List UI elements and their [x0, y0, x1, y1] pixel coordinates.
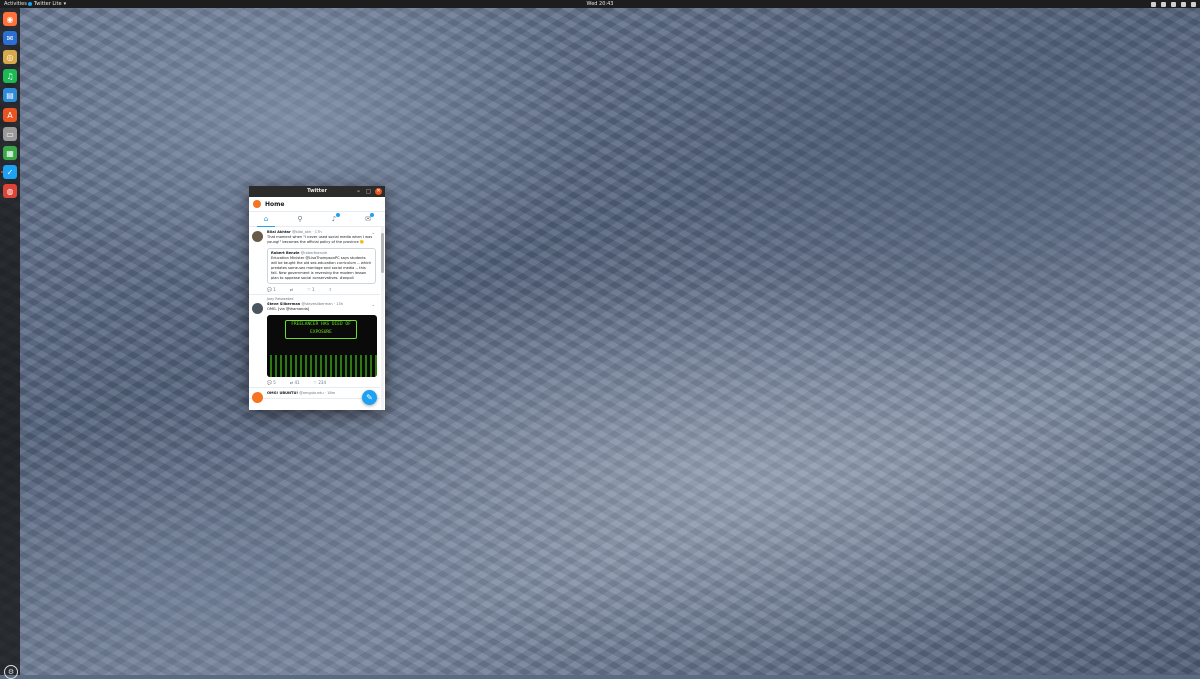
- volume-icon[interactable]: [1171, 1, 1176, 7]
- maximize-icon[interactable]: ▢: [365, 188, 372, 195]
- top-bar: Activities Twitter Lite ▾ Wed 20:43: [0, 0, 1200, 8]
- rhythmbox-icon[interactable]: ◎: [3, 50, 17, 64]
- message-badge: [370, 213, 374, 217]
- quoted-tweet[interactable]: Robert Benzie @robertbenzie Education Mi…: [267, 248, 376, 284]
- page-title: Home: [265, 200, 285, 208]
- app-header: Home: [249, 197, 385, 212]
- timeline[interactable]: ⌄ Bilal Akhtar @bilal_akh · 17h That mom…: [249, 227, 380, 410]
- tweet-author[interactable]: OMG! UBUNTU!: [267, 391, 298, 395]
- search-icon[interactable]: ⚲: [294, 213, 306, 225]
- thunderbird-icon[interactable]: ✉: [3, 31, 17, 45]
- tweet-handle: @stevesilberman: [301, 302, 333, 306]
- retweet-icon[interactable]: ⇄ 41: [290, 380, 300, 385]
- scrollbar[interactable]: [381, 227, 384, 410]
- tweet-actions: 💬 1 ⇄ ♡ 1 ⇪: [267, 287, 376, 292]
- twitter-icon[interactable]: ✓: [3, 165, 17, 179]
- compose-tweet-button[interactable]: ✎: [362, 390, 377, 405]
- tweet-text: OMG. [via @thamanda]: [267, 307, 310, 311]
- reply-icon[interactable]: 💬 1: [267, 287, 276, 292]
- reply-icon[interactable]: 💬 5: [267, 380, 276, 385]
- scrollbar-thumb[interactable]: [381, 233, 384, 273]
- reply-count: 1: [273, 287, 276, 292]
- share-icon[interactable]: ⇪: [329, 287, 332, 292]
- libreoffice-calc-icon[interactable]: ▦: [3, 146, 17, 160]
- tweet-handle: @bilal_akh: [291, 230, 312, 234]
- avatar[interactable]: [252, 231, 263, 242]
- tweet[interactable]: ⌄ Bilal Akhtar @bilal_akh · 17h That mom…: [249, 227, 380, 295]
- quote-text: Education Minister @LisaThompsonPC says …: [271, 256, 372, 280]
- tweet-menu-icon[interactable]: ⌄: [372, 230, 375, 235]
- avatar[interactable]: [252, 303, 263, 314]
- ubuntu-software-icon[interactable]: A: [3, 108, 17, 122]
- media-caption: FREELANCER HAS DIED OF EXPOSURE: [285, 320, 357, 339]
- twitter-window: Twitter – ▢ ✕ Home ⌂ ⚲ ♪ ✉ ⌄ Bilal Akhta…: [249, 186, 385, 410]
- tweet[interactable]: OMG! UBUNTU! @omgubuntu · 18m: [249, 388, 380, 403]
- retweet-icon[interactable]: ⇄: [290, 287, 293, 292]
- desktop-wallpaper: [0, 0, 1200, 675]
- window-title: Twitter: [307, 188, 327, 194]
- like-count: 234: [318, 380, 327, 385]
- minimize-icon[interactable]: –: [355, 188, 362, 195]
- show-applications-icon[interactable]: ⚙: [4, 665, 18, 679]
- tweet-time: · 18m: [324, 391, 336, 395]
- tweet-menu-icon[interactable]: ⌄: [372, 302, 375, 307]
- nav-tabs: ⌂ ⚲ ♪ ✉: [249, 212, 385, 227]
- chrome-icon[interactable]: ◍: [3, 184, 17, 198]
- notification-badge: [336, 213, 340, 217]
- tweet-handle: @omgubuntu: [299, 391, 324, 395]
- tweet-text: That moment when "I never used social me…: [267, 235, 373, 244]
- tweet[interactable]: ⌄ Steve Silberman @stevesilberman · 13h …: [249, 301, 380, 388]
- tweet-media-image[interactable]: FREELANCER HAS DIED OF EXPOSURE: [267, 315, 377, 377]
- system-tray[interactable]: [1151, 0, 1196, 7]
- spotify-icon[interactable]: ♫: [3, 69, 17, 83]
- like-count: 1: [312, 287, 315, 292]
- messages-icon[interactable]: ✉: [362, 213, 374, 225]
- tweet-time: · 17h: [312, 230, 322, 234]
- close-icon[interactable]: ✕: [375, 188, 382, 195]
- media-ground: [267, 355, 377, 377]
- reply-count: 5: [273, 380, 276, 385]
- tweet-author[interactable]: Steve Silberman: [267, 302, 300, 306]
- tweet-author[interactable]: Bilal Akhtar: [267, 230, 291, 234]
- retweet-count: 41: [294, 380, 300, 385]
- clock[interactable]: Wed 20:43: [587, 0, 614, 8]
- dropbox-icon[interactable]: [1151, 1, 1156, 7]
- running-indicator: [1, 171, 3, 173]
- home-icon[interactable]: ⌂: [260, 213, 272, 225]
- quote-author: Robert Benzie: [271, 251, 300, 255]
- quote-handle: @robertbenzie: [300, 251, 328, 255]
- power-icon[interactable]: [1191, 1, 1196, 7]
- tweet-actions: 💬 5 ⇄ 41 ♡ 234: [267, 380, 376, 385]
- like-icon[interactable]: ♡ 234: [314, 380, 327, 385]
- files-icon[interactable]: ▭: [3, 127, 17, 141]
- tweet-time: · 13h: [333, 302, 343, 306]
- like-icon[interactable]: ♡ 1: [307, 287, 314, 292]
- libreoffice-writer-icon[interactable]: ▤: [3, 88, 17, 102]
- window-titlebar[interactable]: Twitter – ▢ ✕: [249, 186, 385, 197]
- dock: ⚙ ◉ ✉ ◎ ♫ ▤ A ▭ ▦ ✓ ◍: [0, 8, 20, 679]
- network-icon[interactable]: [1161, 1, 1166, 7]
- battery-icon[interactable]: [1181, 1, 1186, 7]
- notifications-icon[interactable]: ♪: [328, 213, 340, 225]
- profile-avatar[interactable]: [253, 200, 261, 208]
- avatar[interactable]: [252, 392, 263, 403]
- firefox-icon[interactable]: ◉: [3, 12, 17, 26]
